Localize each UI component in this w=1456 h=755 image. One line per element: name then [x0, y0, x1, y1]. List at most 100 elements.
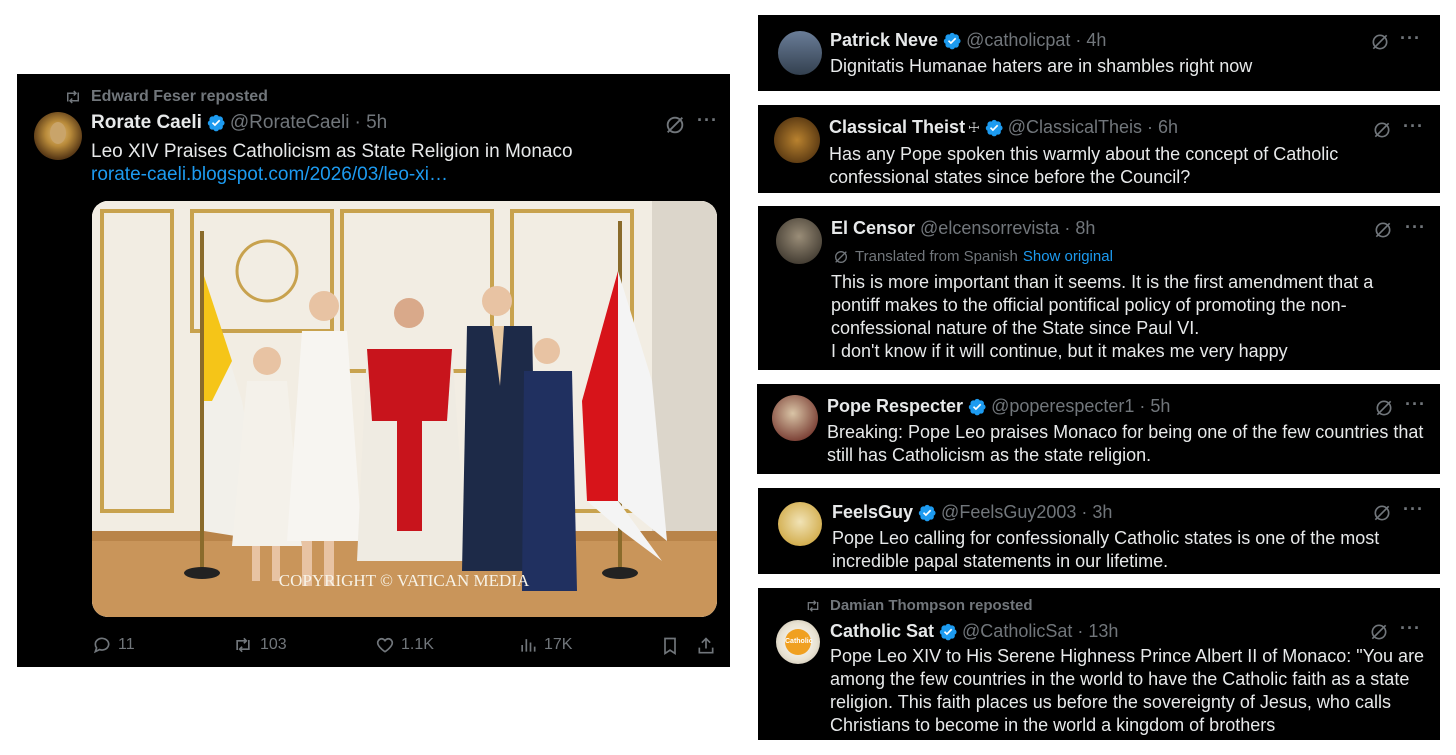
views-button[interactable]: 17K — [518, 635, 572, 655]
reply-card-1[interactable]: Patrick Neve @catholicpat · 4h ··· Digni… — [758, 15, 1440, 91]
avatar[interactable] — [776, 218, 822, 264]
share-icon[interactable] — [696, 635, 716, 657]
reply-card-3[interactable]: El Censor @elcensorrevista · 8h ··· Tran… — [758, 206, 1440, 370]
grok-icon[interactable] — [1372, 503, 1392, 523]
reply-time[interactable]: · 3h — [1081, 502, 1112, 523]
reply-header: FeelsGuy @FeelsGuy2003 · 3h — [832, 502, 1112, 523]
repost-indicator: Damian Thompson reposted — [804, 597, 1033, 614]
reply-count: 11 — [118, 636, 135, 653]
reply-time[interactable]: · 8h — [1064, 218, 1095, 239]
reply-text-line: Pope Leo calling for confessionally Cath… — [832, 528, 1380, 548]
icon-face-shape — [50, 122, 66, 144]
reply-header: El Censor @elcensorrevista · 8h — [831, 218, 1095, 239]
grok-icon[interactable] — [1372, 120, 1392, 140]
reply-author-name[interactable]: El Censor — [831, 218, 915, 239]
photo-illustration: COPYRIGHT © VATICAN MEDIA — [92, 201, 717, 617]
verified-icon — [942, 31, 962, 51]
more-options-icon[interactable]: ··· — [1405, 394, 1426, 415]
repost-icon — [807, 599, 819, 612]
reply-text-line: This is more important than it seems. It… — [831, 272, 1374, 292]
repost-indicator: Edward Feser reposted — [63, 88, 268, 106]
heart-icon — [376, 637, 394, 653]
reply-handle[interactable]: @FeelsGuy2003 — [941, 502, 1076, 523]
repost-button[interactable]: 103 — [232, 635, 287, 655]
post-image[interactable]: COPYRIGHT © VATICAN MEDIA — [92, 201, 717, 617]
post-link[interactable]: rorate-caeli.blogspot.com/2026/03/leo-xi… — [91, 163, 448, 186]
verified-icon — [984, 118, 1004, 138]
grok-icon[interactable] — [1369, 622, 1389, 642]
more-options-icon[interactable]: ··· — [1403, 499, 1424, 520]
reply-handle[interactable]: @CatholicSat — [962, 621, 1072, 642]
reply-author-name[interactable]: FeelsGuy — [832, 502, 913, 523]
reply-time[interactable]: · 5h — [1139, 396, 1170, 417]
avatar[interactable] — [778, 502, 822, 546]
reply-text-line: among the few countries in the world to … — [830, 669, 1410, 689]
reply-header: Classical Theist ☩ @ClassicalTheis · 6h — [829, 117, 1178, 138]
post-header: Rorate Caeli @RorateCaeli · 5h — [91, 112, 387, 134]
reply-author-name[interactable]: Catholic Sat — [830, 621, 934, 642]
reply-card-5[interactable]: FeelsGuy @FeelsGuy2003 · 3h ··· Pope Leo… — [758, 488, 1440, 574]
show-original-link[interactable]: Show original — [1023, 248, 1113, 265]
more-options-icon[interactable]: ··· — [1400, 618, 1421, 639]
repost-count: 103 — [260, 636, 287, 653]
main-post-card[interactable]: Edward Feser reposted Rorate Caeli @Rora… — [17, 74, 730, 667]
reply-handle[interactable]: @elcensorrevista — [920, 218, 1059, 239]
grok-icon — [833, 249, 849, 265]
reply-author-name[interactable]: Patrick Neve — [830, 30, 938, 51]
name-cross-emoji: ☩ — [968, 119, 980, 135]
grok-icon[interactable] — [1373, 220, 1393, 240]
post-time[interactable]: · 5h — [355, 112, 388, 134]
reply-handle[interactable]: @catholicpat — [966, 30, 1070, 51]
more-options-icon[interactable]: ··· — [697, 110, 718, 131]
reply-header: Patrick Neve @catholicpat · 4h — [830, 30, 1106, 51]
reply-text-line: confessional states since before the Cou… — [829, 167, 1191, 187]
verified-icon — [206, 113, 226, 133]
reply-button[interactable]: 11 — [92, 635, 135, 655]
reply-icon — [93, 637, 110, 654]
more-options-icon[interactable]: ··· — [1400, 28, 1421, 49]
reply-text: Dignitatis Humanae haters are in shamble… — [830, 56, 1253, 76]
more-options-icon[interactable]: ··· — [1403, 116, 1424, 137]
avatar[interactable] — [774, 117, 820, 163]
grok-icon[interactable] — [1374, 398, 1394, 418]
reply-text-line: pontiff makes to the official pontifical… — [831, 295, 1347, 315]
repost-icon — [67, 90, 79, 104]
reply-card-6[interactable]: Damian Thompson reposted Catholic Sat Ca… — [758, 588, 1440, 740]
reply-card-4[interactable]: Pope Respecter @poperespecter1 · 5h ··· … — [757, 384, 1440, 474]
avatar[interactable]: Catholic Sat — [776, 620, 820, 664]
reply-text-line: incredible papal statements in our lifet… — [832, 551, 1169, 571]
avatar[interactable] — [772, 395, 818, 441]
reply-author-name[interactable]: Classical Theist — [829, 117, 965, 138]
like-button[interactable]: 1.1K — [375, 635, 434, 655]
translation-notice: Translated from Spanish Show original — [833, 248, 1113, 265]
reply-text-line: Has any Pope spoken this warmly about th… — [829, 144, 1339, 164]
grok-icon[interactable] — [664, 114, 686, 136]
more-options-icon[interactable]: ··· — [1405, 217, 1426, 238]
reply-card-2[interactable]: Classical Theist ☩ @ClassicalTheis · 6h … — [758, 105, 1440, 193]
reply-text-line: still has Catholicism as the state relig… — [827, 445, 1152, 465]
view-count: 17K — [544, 636, 573, 653]
grok-icon[interactable] — [1370, 32, 1390, 52]
image-watermark: COPYRIGHT © VATICAN MEDIA — [279, 571, 530, 590]
reply-time[interactable]: · 6h — [1147, 117, 1178, 138]
reply-handle[interactable]: @ClassicalTheis — [1008, 117, 1142, 138]
bookmark-icon[interactable] — [660, 635, 680, 657]
verified-icon — [967, 397, 987, 417]
avatar[interactable] — [778, 31, 822, 75]
avatar[interactable] — [34, 112, 82, 160]
reply-handle[interactable]: @poperespecter1 — [991, 396, 1134, 417]
author-name[interactable]: Rorate Caeli — [91, 112, 202, 134]
reply-text-line: Christians to become in the world a king… — [830, 715, 1276, 735]
verified-icon — [917, 503, 937, 523]
reply-author-name[interactable]: Pope Respecter — [827, 396, 963, 417]
reply-text-line: confessional nature of the State since P… — [831, 318, 1200, 338]
reply-time[interactable]: · 13h — [1077, 621, 1118, 642]
repost-icon — [236, 637, 250, 653]
verified-icon — [938, 622, 958, 642]
like-count: 1.1K — [401, 636, 434, 653]
post-text: Leo XIV Praises Catholicism as State Rel… — [91, 141, 573, 162]
reply-header: Catholic Sat @CatholicSat · 13h — [830, 621, 1118, 642]
reply-text-line: Breaking: Pope Leo praises Monaco for be… — [827, 422, 1424, 442]
author-handle[interactable]: @RorateCaeli — [230, 112, 350, 134]
reply-time[interactable]: · 4h — [1075, 30, 1106, 51]
